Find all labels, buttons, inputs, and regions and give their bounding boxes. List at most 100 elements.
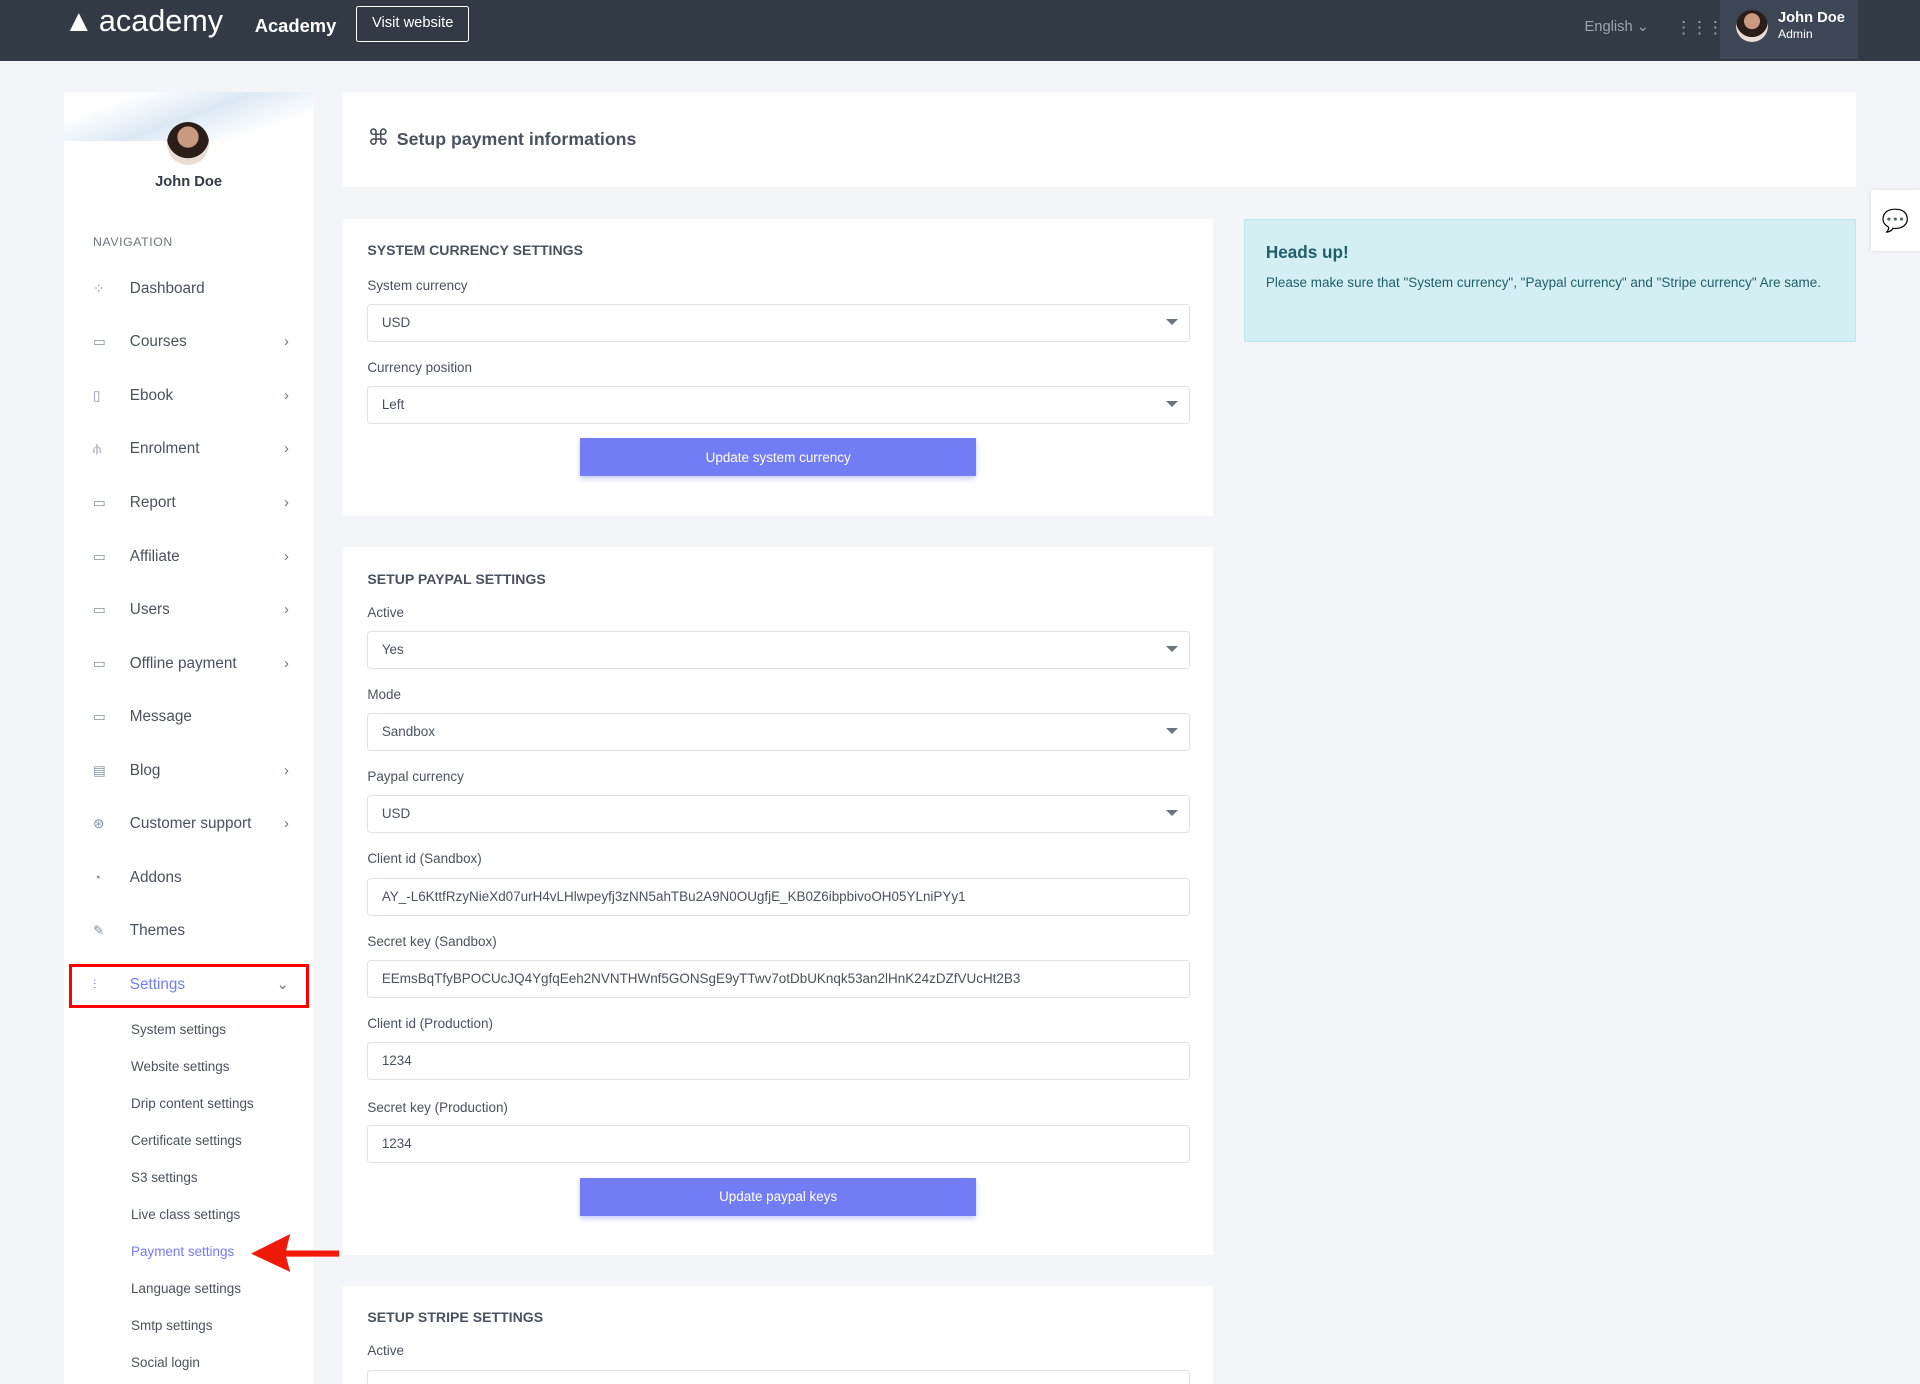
- sidebar-avatar: [166, 122, 210, 166]
- sidebar-item-dashboard[interactable]: ⁘ Dashboard: [93, 271, 289, 308]
- caret-down-icon: [1166, 810, 1179, 817]
- system-currency-select[interactable]: USD: [367, 303, 1191, 342]
- archive-icon: ▭: [93, 495, 106, 510]
- sidebar-item-label: Addons: [129, 868, 182, 886]
- visit-website-button[interactable]: Visit website: [356, 6, 470, 42]
- sidebar-item-users[interactable]: ▭ Users ›: [93, 592, 289, 629]
- field-label: Paypal currency: [367, 768, 464, 784]
- archive-icon: ▭: [93, 548, 106, 564]
- sidebar-item-label: Customer support: [129, 815, 252, 833]
- currency-position-select[interactable]: Left: [367, 385, 1191, 424]
- stripe-active-select[interactable]: [367, 1370, 1191, 1384]
- currency-card: SYSTEM CURRENCY SETTINGS System currency…: [342, 219, 1214, 516]
- settings-submenu-item[interactable]: Smtp settings: [131, 1318, 213, 1333]
- sidebar-item-label: Themes: [129, 922, 186, 940]
- caret-down-icon: [1166, 401, 1179, 408]
- chevron-right-icon: ›: [284, 495, 289, 511]
- field-label: Mode: [367, 686, 401, 702]
- select-value: Sandbox: [381, 723, 435, 739]
- field-label: Client id (Sandbox): [367, 851, 482, 867]
- sidebar-item-label: Offline payment: [129, 654, 237, 672]
- messenger-icon[interactable]: 💬: [1871, 189, 1920, 252]
- language-dropdown[interactable]: English ⌄: [1585, 18, 1650, 35]
- settings-submenu-item[interactable]: Language settings: [131, 1281, 241, 1296]
- archive-icon: ▭: [93, 602, 106, 618]
- sidebar-item-customer-support[interactable]: ⊛ Customer support ›: [93, 806, 289, 843]
- chevron-right-icon: ›: [284, 387, 289, 404]
- red-arrow-annotation: [251, 1234, 340, 1273]
- sidebar-item-ebook[interactable]: ▯ Ebook ›: [93, 378, 289, 415]
- settings-submenu-item[interactable]: Drip content settings: [131, 1096, 254, 1111]
- sidebar-item-label: Dashboard: [129, 279, 205, 297]
- settings-submenu-item[interactable]: Website settings: [131, 1059, 229, 1074]
- message-icon: ▭: [93, 709, 106, 725]
- highlight-box: [68, 963, 309, 1008]
- sidebar-item-enrolment[interactable]: ⫛ Enrolment ›: [93, 431, 289, 468]
- book-icon: ▯: [93, 387, 101, 403]
- paypal-currency-select[interactable]: USD: [367, 794, 1191, 833]
- secret-key-sandbox-input[interactable]: EEmsBqTfyBPOCUcJQ4YgfqEeh2NVNTHWnf5GONSg…: [367, 960, 1191, 998]
- apps-grid-icon[interactable]: ⋮⋮⋮: [1675, 17, 1724, 38]
- paypal-active-select[interactable]: Yes: [367, 630, 1191, 669]
- brush-icon: ✎: [93, 923, 105, 939]
- section-heading: SYSTEM CURRENCY SETTINGS: [367, 242, 583, 259]
- user-menu[interactable]: John Doe Admin: [1720, 0, 1858, 59]
- section-heading: SETUP STRIPE SETTINGS: [367, 1308, 544, 1325]
- sidebar-item-blog[interactable]: ▤ Blog ›: [93, 752, 289, 789]
- settings-submenu-item[interactable]: Social login: [131, 1355, 200, 1370]
- paypal-mode-select[interactable]: Sandbox: [367, 712, 1191, 751]
- update-paypal-keys-button[interactable]: Update paypal keys: [580, 1177, 976, 1216]
- sidebar: John Doe NAVIGATION ⁘ Dashboard ▭ Courses › ▯…: [63, 91, 314, 1384]
- sidebar-item-offline-payment[interactable]: ▭ Offline payment ›: [93, 645, 289, 682]
- command-icon: ⌘: [367, 124, 390, 150]
- alert-text: Please make sure that "System currency",…: [1265, 274, 1821, 290]
- nav-heading: NAVIGATION: [93, 235, 173, 250]
- chevron-down-icon: ⌄: [1636, 19, 1650, 36]
- caret-down-icon: [1166, 319, 1179, 326]
- sidebar-item-courses[interactable]: ▭ Courses ›: [93, 324, 289, 361]
- sidebar-item-label: Enrolment: [129, 440, 200, 458]
- client-id-sandbox-input[interactable]: AY_-L6KttfRzyNieXd07urH4vLHlwpeyfj3zNN5a…: [367, 877, 1191, 916]
- paypal-card: SETUP PAYPAL SETTINGS Active Yes Mode Sa…: [342, 547, 1214, 1256]
- sidebar-item-label: Affiliate: [129, 547, 180, 565]
- caret-down-icon: [1166, 646, 1179, 653]
- sidebar-item-message[interactable]: ▭ Message: [93, 699, 289, 736]
- sidebar-item-label: Courses: [129, 333, 187, 351]
- document-icon: ▤: [93, 762, 106, 778]
- field-label: Client id (Production): [367, 1016, 493, 1032]
- brand-name: Academy: [254, 14, 337, 36]
- field-label: Active: [367, 1343, 404, 1359]
- sidebar-item-themes[interactable]: ✎ Themes: [93, 913, 289, 950]
- network-icon: ⫛: [93, 441, 102, 457]
- settings-submenu-item[interactable]: Live class settings: [131, 1207, 240, 1222]
- sidebar-item-addons[interactable]: ◔ Addons: [93, 859, 289, 896]
- update-system-currency-button[interactable]: Update system currency: [580, 438, 976, 477]
- secret-key-production-input[interactable]: 1234: [367, 1125, 1191, 1164]
- sidebar-item-label: Report: [129, 494, 176, 511]
- select-value: Yes: [381, 641, 404, 657]
- settings-submenu-item[interactable]: S3 settings: [131, 1170, 198, 1185]
- sidebar-item-label: Users: [129, 601, 170, 619]
- sidebar-item-label: Blog: [129, 761, 161, 779]
- field-label: Secret key (Production): [367, 1099, 508, 1115]
- avatar: [1736, 9, 1769, 42]
- chevron-right-icon: ›: [284, 762, 289, 779]
- chevron-right-icon: ›: [284, 816, 289, 833]
- settings-submenu-item[interactable]: System settings: [131, 1022, 226, 1037]
- sidebar-user-name: John Doe: [155, 173, 223, 190]
- chevron-right-icon: ›: [284, 548, 289, 565]
- logo[interactable]: ▲ academy: [64, 4, 223, 39]
- stripe-card: SETUP STRIPE SETTINGS Active: [342, 1285, 1214, 1384]
- caret-down-icon: [1166, 728, 1179, 735]
- section-heading: SETUP PAYPAL SETTINGS: [367, 570, 546, 587]
- sidebar-item-label: Ebook: [129, 386, 174, 404]
- chevron-right-icon: ›: [284, 334, 289, 351]
- heads-up-alert: Heads up! Please make sure that "System …: [1244, 219, 1857, 342]
- client-id-production-input[interactable]: 1234: [367, 1042, 1191, 1080]
- settings-submenu-item[interactable]: Certificate settings: [131, 1133, 242, 1148]
- chevron-right-icon: ›: [284, 602, 289, 619]
- sidebar-item-affiliate[interactable]: ▭ Affiliate ›: [93, 538, 289, 575]
- field-label: Currency position: [367, 359, 473, 375]
- settings-submenu-item[interactable]: Payment settings: [131, 1244, 234, 1259]
- sidebar-item-report[interactable]: ▭ Report ›: [93, 485, 289, 522]
